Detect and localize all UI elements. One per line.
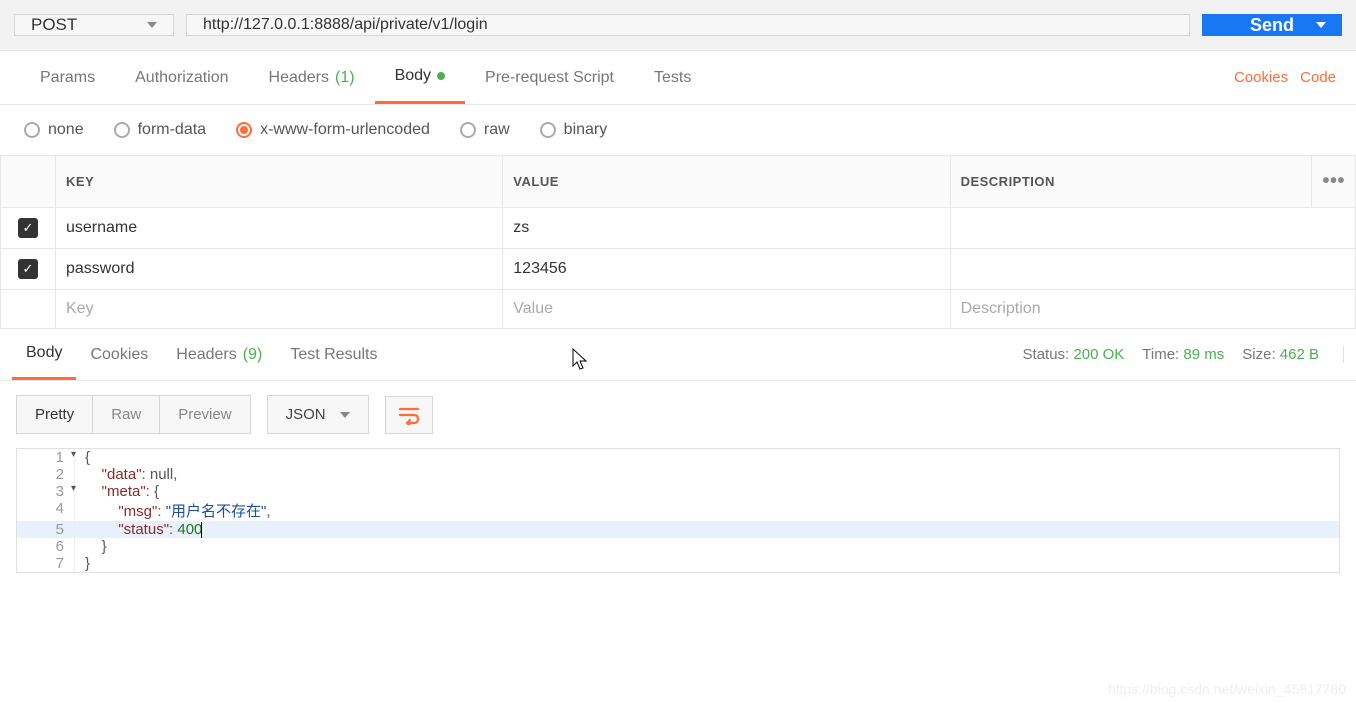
text-cursor bbox=[201, 522, 202, 538]
rtab-test-results[interactable]: Test Results bbox=[276, 329, 391, 380]
url-input[interactable]: http://127.0.0.1:8888/api/private/v1/log… bbox=[186, 14, 1190, 36]
cookies-link[interactable]: Cookies bbox=[1234, 69, 1288, 86]
view-raw[interactable]: Raw bbox=[93, 396, 160, 433]
request-tabs: Params Authorization Headers (1) Body Pr… bbox=[0, 51, 1356, 105]
radio-form-data[interactable]: form-data bbox=[114, 121, 206, 139]
response-tabs: Body Cookies Headers (9) Test Results St… bbox=[0, 329, 1356, 381]
response-lang-select[interactable]: JSON bbox=[267, 395, 369, 434]
view-preview[interactable]: Preview bbox=[160, 396, 249, 433]
key-cell[interactable]: username bbox=[66, 219, 137, 236]
radio-urlencoded[interactable]: x-www-form-urlencoded bbox=[236, 121, 430, 139]
value-cell[interactable]: 123456 bbox=[513, 260, 566, 277]
body-params-table: KEY VALUE DESCRIPTION ••• ✓ username zs … bbox=[0, 155, 1356, 329]
wrap-lines-button[interactable] bbox=[385, 396, 433, 434]
tabs-right-links: Cookies Code bbox=[1234, 69, 1336, 86]
tab-body[interactable]: Body bbox=[375, 51, 465, 104]
code-link[interactable]: Code bbox=[1300, 69, 1336, 86]
check-column-header bbox=[1, 156, 56, 208]
desc-input[interactable] bbox=[961, 300, 1345, 318]
key-cell[interactable]: password bbox=[66, 260, 134, 277]
view-pretty[interactable]: Pretty bbox=[17, 396, 93, 433]
tab-params[interactable]: Params bbox=[20, 51, 115, 104]
value-header: VALUE bbox=[503, 156, 950, 208]
request-bar: POST http://127.0.0.1:8888/api/private/v… bbox=[0, 0, 1356, 51]
chevron-down-icon bbox=[147, 22, 157, 28]
tab-headers[interactable]: Headers (1) bbox=[249, 51, 375, 104]
key-input[interactable] bbox=[66, 300, 492, 318]
modified-dot-icon bbox=[437, 72, 445, 80]
response-status: Status: 200 OK Time: 89 ms Size: 462 B bbox=[1023, 346, 1344, 363]
http-method-select[interactable]: POST bbox=[14, 14, 174, 36]
http-method-value: POST bbox=[31, 15, 77, 35]
radio-binary[interactable]: binary bbox=[540, 121, 608, 139]
rtab-body[interactable]: Body bbox=[12, 329, 76, 380]
view-mode-group: Pretty Raw Preview bbox=[16, 395, 251, 434]
tab-authorization[interactable]: Authorization bbox=[115, 51, 248, 104]
tab-prerequest[interactable]: Pre-request Script bbox=[465, 51, 634, 104]
row-checkbox[interactable]: ✓ bbox=[18, 218, 38, 238]
body-type-radios: none form-data x-www-form-urlencoded raw… bbox=[0, 105, 1356, 155]
value-input[interactable] bbox=[513, 300, 939, 318]
rtab-headers[interactable]: Headers (9) bbox=[162, 329, 276, 380]
response-body-editor[interactable]: 1▾{ 2 "data": null, 3▾ "meta": { 4 "msg"… bbox=[16, 448, 1340, 573]
wrap-icon bbox=[398, 405, 420, 425]
send-label: Send bbox=[1250, 15, 1294, 36]
response-toolbar: Pretty Raw Preview JSON bbox=[0, 381, 1356, 448]
url-value: http://127.0.0.1:8888/api/private/v1/log… bbox=[203, 16, 488, 34]
more-icon[interactable]: ••• bbox=[1312, 156, 1356, 208]
table-row: ✓ password 123456 bbox=[1, 249, 1356, 290]
send-button[interactable]: Send bbox=[1202, 14, 1342, 36]
table-row: ✓ username zs bbox=[1, 208, 1356, 249]
chevron-down-icon bbox=[340, 412, 350, 418]
radio-none[interactable]: none bbox=[24, 121, 84, 139]
tab-tests[interactable]: Tests bbox=[634, 51, 711, 104]
rtab-cookies[interactable]: Cookies bbox=[76, 329, 162, 380]
watermark: https://blog.csdn.net/weixin_45817780 bbox=[1108, 681, 1346, 697]
chevron-down-icon bbox=[1316, 22, 1326, 28]
key-header: KEY bbox=[56, 156, 503, 208]
value-cell[interactable]: zs bbox=[513, 219, 529, 236]
radio-raw[interactable]: raw bbox=[460, 121, 510, 139]
table-row-new bbox=[1, 290, 1356, 329]
desc-header: DESCRIPTION bbox=[950, 156, 1312, 208]
row-checkbox[interactable]: ✓ bbox=[18, 259, 38, 279]
